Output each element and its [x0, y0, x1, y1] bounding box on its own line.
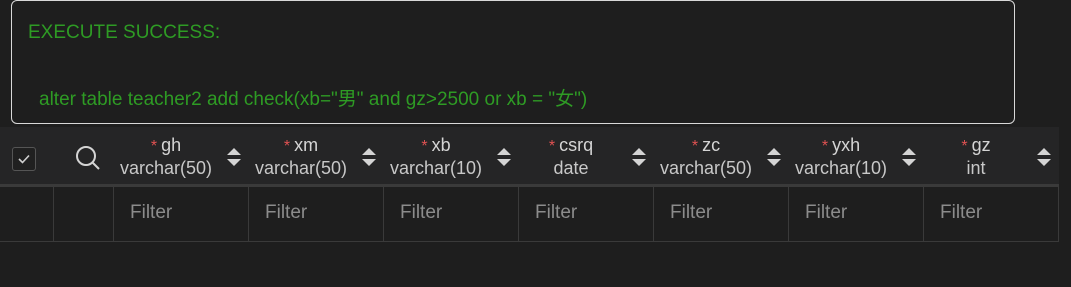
column-name: gz	[971, 135, 991, 155]
required-marker: *	[961, 138, 968, 155]
search-button[interactable]	[74, 144, 102, 172]
data-grid: * gh varchar(50) * xm varchar(50) * xb varc…	[0, 127, 1059, 242]
filter-cell-xb[interactable]: Filter	[384, 186, 519, 241]
filter-cell-gz[interactable]: Filter	[924, 186, 1059, 241]
column-type: int	[966, 158, 986, 178]
required-marker: *	[821, 138, 829, 155]
column-type: varchar(50)	[659, 158, 753, 178]
column-type: varchar(10)	[389, 158, 483, 178]
filter-input-xb[interactable]: Filter	[400, 202, 442, 224]
filter-input-yxh[interactable]: Filter	[805, 202, 847, 224]
required-marker: *	[548, 138, 556, 155]
column-type: varchar(50)	[119, 158, 213, 178]
filter-cell-xm[interactable]: Filter	[249, 186, 384, 241]
sort-icon[interactable]	[901, 145, 917, 169]
sort-icon[interactable]	[226, 145, 242, 169]
search-icon	[76, 146, 100, 170]
sort-icon[interactable]	[496, 145, 512, 169]
sort-icon[interactable]	[766, 145, 782, 169]
filter-input-csrq[interactable]: Filter	[535, 202, 577, 224]
column-header-gh[interactable]: * gh varchar(50)	[116, 127, 251, 184]
filter-cell-gh[interactable]: Filter	[114, 186, 249, 241]
required-marker: *	[283, 138, 291, 155]
column-type: varchar(10)	[794, 158, 888, 178]
execution-result-panel: EXECUTE SUCCESS: alter table teacher2 ad…	[11, 0, 1015, 124]
column-name: csrq	[559, 135, 594, 155]
required-marker: *	[421, 138, 428, 155]
filter-cell-csrq[interactable]: Filter	[519, 186, 654, 241]
filter-cell-zc[interactable]: Filter	[654, 186, 789, 241]
filter-input-gh[interactable]: Filter	[130, 202, 172, 224]
column-header-xm[interactable]: * xm varchar(50)	[251, 127, 386, 184]
column-name: yxh	[832, 135, 861, 155]
sort-icon[interactable]	[361, 145, 377, 169]
sort-icon[interactable]	[1036, 145, 1052, 169]
grid-header-row: * gh varchar(50) * xm varchar(50) * xb varc…	[0, 127, 1059, 187]
checkmark-icon	[18, 154, 30, 164]
filter-cell-checkbox	[0, 186, 54, 241]
column-name: xm	[294, 135, 319, 155]
column-type: date	[553, 158, 589, 178]
column-header-csrq[interactable]: * csrq date	[521, 127, 656, 184]
filter-cell-search	[54, 186, 114, 241]
column-header-xb[interactable]: * xb varchar(10)	[386, 127, 521, 184]
column-name: gh	[161, 135, 182, 155]
required-marker: *	[691, 138, 699, 155]
filter-cell-yxh[interactable]: Filter	[789, 186, 924, 241]
filter-row: Filter Filter Filter Filter Filter Filte…	[0, 186, 1059, 242]
filter-input-zc[interactable]: Filter	[670, 202, 712, 224]
column-header-zc[interactable]: * zc varchar(50)	[656, 127, 791, 184]
column-name: zc	[702, 135, 721, 155]
sort-icon[interactable]	[631, 145, 647, 169]
column-name: xb	[431, 135, 451, 155]
executed-sql: alter table teacher2 add check(xb="男" an…	[39, 89, 588, 110]
execution-status: EXECUTE SUCCESS:	[28, 22, 221, 43]
select-all-checkbox[interactable]	[12, 147, 36, 171]
filter-input-xm[interactable]: Filter	[265, 202, 307, 224]
column-header-yxh[interactable]: * yxh varchar(10)	[791, 127, 926, 184]
filter-input-gz[interactable]: Filter	[940, 202, 982, 224]
column-header-gz[interactable]: * gz int	[926, 127, 1061, 184]
required-marker: *	[150, 138, 158, 155]
column-type: varchar(50)	[254, 158, 348, 178]
